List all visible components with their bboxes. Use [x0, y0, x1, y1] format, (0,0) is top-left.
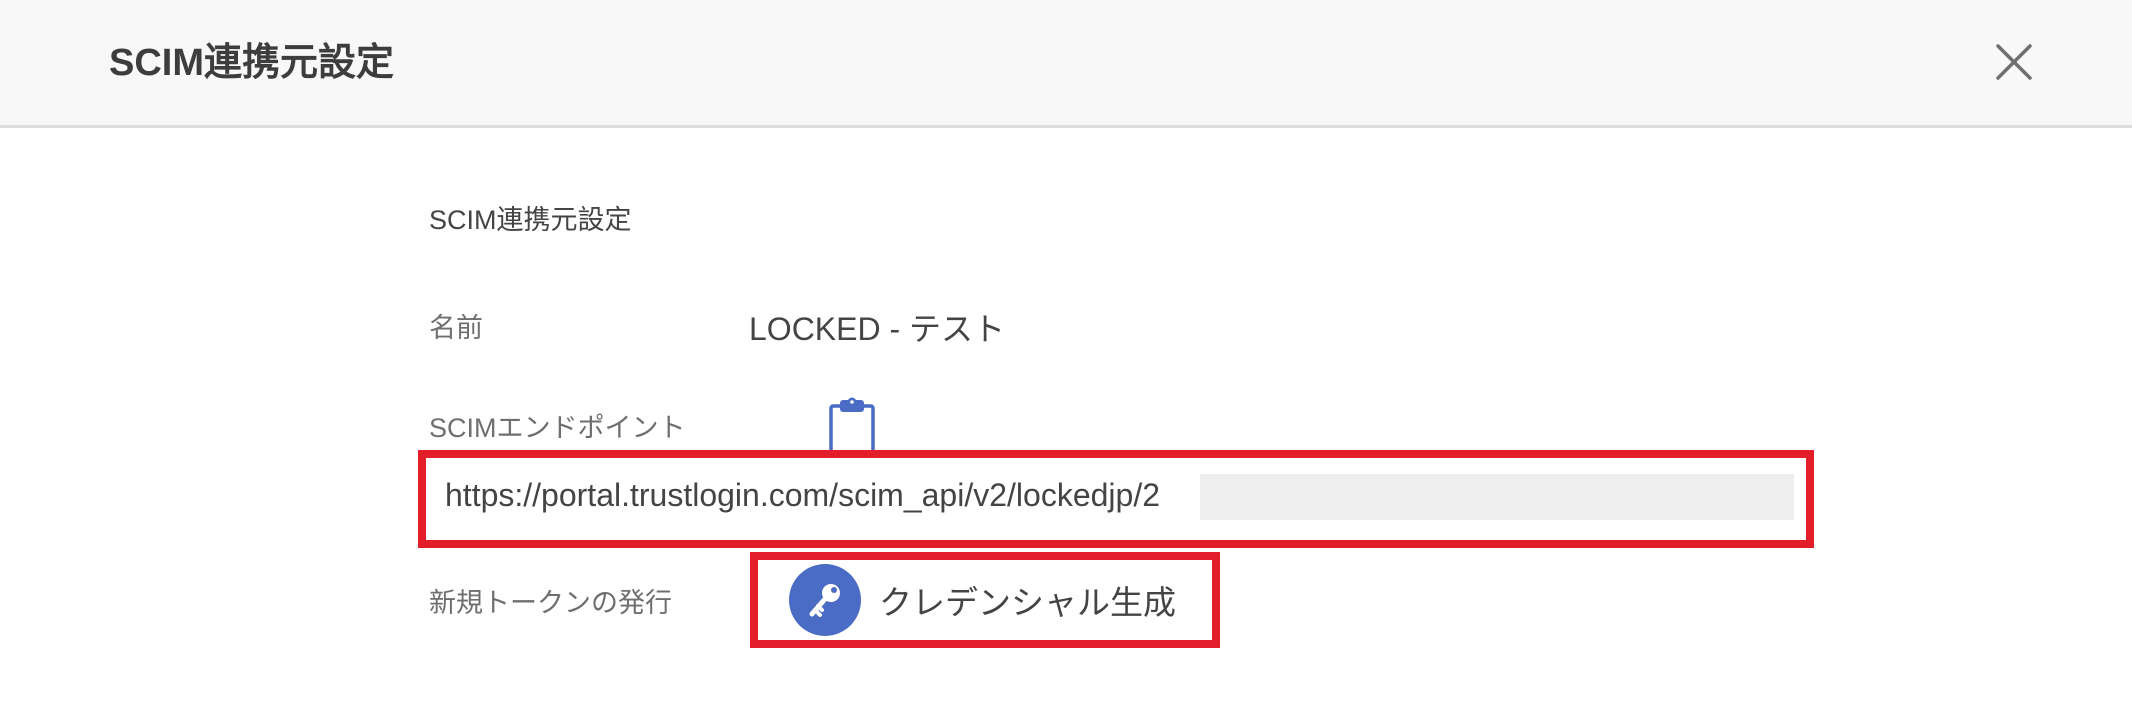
endpoint-label: SCIMエンドポイント: [429, 413, 686, 443]
credential-highlight-box: [750, 552, 1220, 648]
close-icon: [1996, 44, 2032, 80]
modal-header: SCIM連携元設定: [0, 0, 2132, 128]
copy-endpoint-button[interactable]: [826, 396, 878, 454]
endpoint-highlight-box: [418, 450, 1814, 548]
modal-title: SCIM連携元設定: [109, 42, 395, 84]
close-button[interactable]: [1992, 40, 2036, 84]
section-title: SCIM連携元設定: [429, 205, 632, 235]
clipboard-icon: [829, 397, 875, 454]
token-label: 新規トークンの発行: [429, 588, 672, 618]
name-value: LOCKED - テスト: [749, 311, 1006, 347]
name-label: 名前: [429, 313, 483, 343]
